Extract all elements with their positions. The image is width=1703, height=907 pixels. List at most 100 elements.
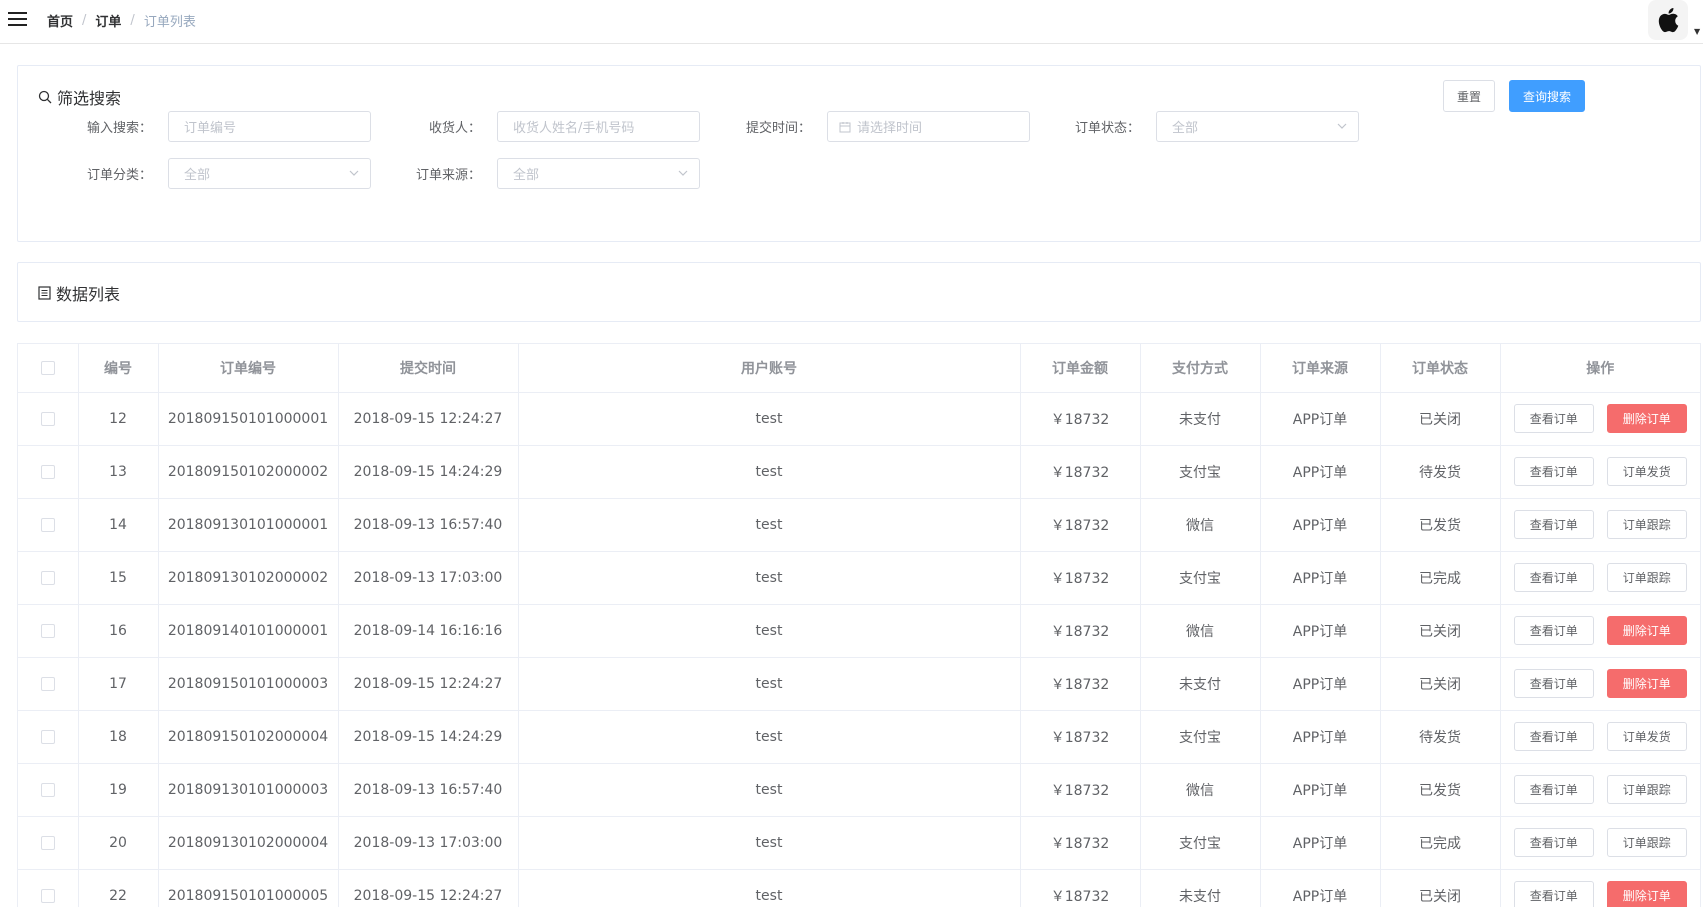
row-select-cell[interactable]: [18, 445, 79, 499]
cell-id: 20: [78, 816, 159, 870]
caret-down-icon[interactable]: ▼: [1694, 27, 1700, 36]
header-submit-time: 提交时间: [338, 344, 519, 393]
row-checkbox[interactable]: [40, 676, 55, 691]
delete-order-button[interactable]: 删除订单: [1606, 881, 1687, 907]
table-row: 22 201809150101000005 2018-09-15 12:24:27 t…: [18, 869, 1700, 907]
table-row: 14 201809130101000001 2018-09-13 16:57:40 t…: [18, 498, 1700, 552]
select-all-checkbox[interactable]: [40, 360, 55, 375]
status-value: 全部: [1172, 121, 1199, 136]
delete-order-button[interactable]: 删除订单: [1606, 616, 1687, 645]
cell-actions: 查看订单 删除订单: [1500, 604, 1700, 658]
order-action-button[interactable]: 订单发货: [1606, 457, 1687, 486]
row-checkbox[interactable]: [40, 835, 55, 850]
cell-pay-method: 未支付: [1140, 392, 1261, 446]
view-order-button[interactable]: 查看订单: [1513, 881, 1594, 907]
cell-id: 17: [78, 657, 159, 711]
breadcrumb-home[interactable]: 首页: [47, 11, 73, 30]
top-navbar: 首页 / 订单 / 订单列表 ▼: [0, 0, 1703, 44]
row-select-cell[interactable]: [18, 763, 79, 817]
search-button[interactable]: 查询搜索: [1509, 80, 1585, 112]
view-order-button[interactable]: 查看订单: [1513, 563, 1594, 592]
cell-source: APP订单: [1260, 710, 1381, 764]
source-select[interactable]: 全部: [497, 158, 700, 189]
cell-pay-method: 支付宝: [1140, 710, 1261, 764]
cell-submit-time: 2018-09-13 17:03:00: [338, 551, 519, 605]
table-header-row: 编号 订单编号 提交时间 用户账号 订单金额 支付方式 订单来源 订单状态 操作: [18, 344, 1700, 393]
receiver-label: 收货人：: [428, 121, 481, 136]
view-order-button[interactable]: 查看订单: [1513, 669, 1594, 698]
hamburger-icon[interactable]: [8, 12, 27, 28]
breadcrumb-orders[interactable]: 订单: [95, 11, 121, 30]
cell-order-no: 201809140101000001: [158, 604, 339, 658]
status-select[interactable]: 全部: [1156, 111, 1359, 142]
source-label: 订单来源：: [415, 168, 481, 183]
cell-pay-method: 支付宝: [1140, 816, 1261, 870]
row-checkbox[interactable]: [40, 888, 55, 903]
receiver-placeholder: 收货人姓名/手机号码: [513, 121, 635, 136]
order-action-button[interactable]: 订单发货: [1606, 722, 1687, 751]
cell-actions: 查看订单 订单跟踪: [1500, 551, 1700, 605]
row-select-cell[interactable]: [18, 657, 79, 711]
view-order-button[interactable]: 查看订单: [1513, 722, 1594, 751]
row-select-cell[interactable]: [18, 710, 79, 764]
cell-submit-time: 2018-09-13 16:57:40: [338, 763, 519, 817]
view-order-button[interactable]: 查看订单: [1513, 775, 1594, 804]
cell-pay-method: 支付宝: [1140, 445, 1261, 499]
row-select-cell[interactable]: [18, 816, 79, 870]
cell-amount: ￥18732: [1020, 551, 1141, 605]
view-order-button[interactable]: 查看订单: [1513, 510, 1594, 539]
avatar[interactable]: [1648, 0, 1688, 40]
row-checkbox[interactable]: [40, 517, 55, 532]
header-id: 编号: [78, 344, 159, 393]
table-row: 15 201809130102000002 2018-09-13 17:03:00 t…: [18, 551, 1700, 605]
keyword-placeholder: 订单编号: [184, 121, 237, 136]
cell-amount: ￥18732: [1020, 710, 1141, 764]
list-title-text: 数据列表: [56, 285, 121, 304]
view-order-button[interactable]: 查看订单: [1513, 616, 1594, 645]
row-select-cell[interactable]: [18, 869, 79, 907]
view-order-button[interactable]: 查看订单: [1513, 828, 1594, 857]
row-actions: 查看订单 订单跟踪: [1501, 828, 1701, 857]
row-select-cell[interactable]: [18, 604, 79, 658]
header-status: 订单状态: [1380, 344, 1501, 393]
delete-order-button[interactable]: 删除订单: [1606, 404, 1687, 433]
delete-order-button[interactable]: 删除订单: [1606, 669, 1687, 698]
header-select-all[interactable]: [18, 344, 79, 393]
cell-actions: 查看订单 删除订单: [1500, 869, 1700, 907]
cell-actions: 查看订单 订单发货: [1500, 445, 1701, 499]
cell-source: APP订单: [1260, 657, 1381, 711]
cell-status: 已关闭: [1380, 869, 1501, 907]
cell-pay-method: 微信: [1140, 498, 1261, 552]
breadcrumb-separator: /: [130, 13, 135, 28]
table-row: 19 201809130101000003 2018-09-13 16:57:40 t…: [18, 763, 1700, 817]
row-select-cell[interactable]: [18, 551, 79, 605]
order-action-button[interactable]: 订单跟踪: [1606, 510, 1687, 539]
row-checkbox[interactable]: [40, 570, 55, 585]
row-checkbox[interactable]: [40, 411, 55, 426]
cell-status: 已完成: [1380, 551, 1501, 605]
cell-source: APP订单: [1260, 763, 1381, 817]
cell-actions: 查看订单 订单跟踪: [1500, 763, 1700, 817]
order-action-button[interactable]: 订单跟踪: [1606, 775, 1687, 804]
table-row: 16 201809140101000001 2018-09-14 16:16:16 t…: [18, 604, 1700, 658]
header-order-no: 订单编号: [158, 344, 339, 393]
row-checkbox[interactable]: [40, 464, 55, 479]
cell-user: test: [518, 551, 1021, 605]
table-row: 17 201809150101000003 2018-09-15 12:24:27 t…: [18, 657, 1700, 711]
row-select-cell[interactable]: [18, 392, 79, 446]
filter-title-text: 筛选搜索: [57, 89, 122, 108]
cell-amount: ￥18732: [1020, 763, 1141, 817]
row-checkbox[interactable]: [40, 729, 55, 744]
row-checkbox[interactable]: [40, 623, 55, 638]
cell-source: APP订单: [1260, 445, 1381, 499]
row-actions: 查看订单 订单发货: [1501, 457, 1701, 486]
row-checkbox[interactable]: [40, 782, 55, 797]
order-action-button[interactable]: 订单跟踪: [1606, 563, 1687, 592]
cell-order-no: 201809130101000003: [158, 763, 339, 817]
view-order-button[interactable]: 查看订单: [1513, 404, 1594, 433]
breadcrumb: 首页 / 订单 / 订单列表: [47, 11, 196, 30]
reset-button[interactable]: 重置: [1443, 80, 1495, 112]
row-select-cell[interactable]: [18, 498, 79, 552]
view-order-button[interactable]: 查看订单: [1513, 457, 1594, 486]
order-action-button[interactable]: 订单跟踪: [1606, 828, 1687, 857]
